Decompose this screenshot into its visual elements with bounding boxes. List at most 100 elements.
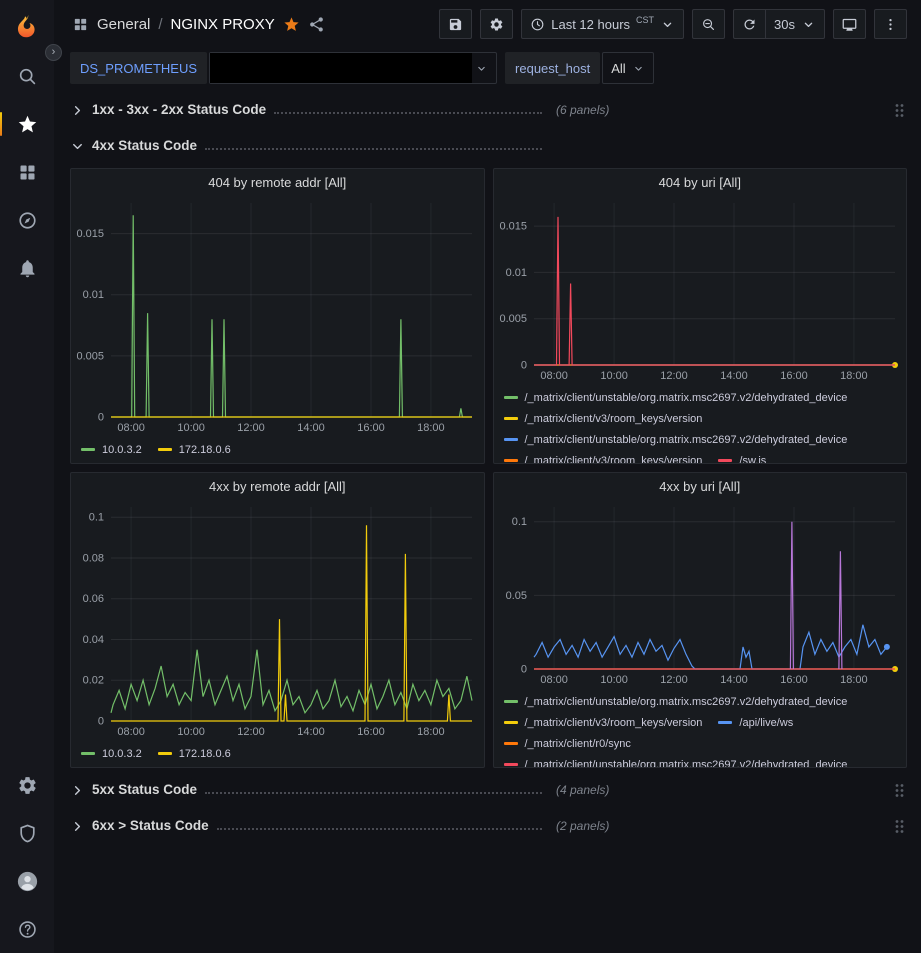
variable-label-ds-prometheus: DS_PROMETHEUS — [70, 52, 207, 84]
legend-item[interactable]: /_matrix/client/v3/room_keys/version — [504, 450, 703, 463]
compass-icon — [17, 210, 38, 231]
legend-item[interactable]: /sw.js — [718, 450, 766, 463]
legend-item[interactable]: 172.18.0.6 — [158, 743, 231, 764]
svg-text:0.06: 0.06 — [83, 593, 104, 605]
legend-item[interactable]: 10.0.3.2 — [81, 743, 142, 764]
dashboard-title[interactable]: NGINX PROXY — [171, 16, 275, 33]
legend-swatch — [504, 459, 518, 462]
legend-item[interactable]: /_matrix/client/v3/room_keys/version — [504, 408, 703, 429]
legend-item[interactable]: /_matrix/client/unstable/org.matrix.msc2… — [504, 429, 848, 450]
row-header-6xx[interactable]: 6xx > Status Code (2 panels) — [70, 812, 907, 840]
save-icon — [448, 17, 463, 32]
panel-title[interactable]: 4xx by remote addr [All] — [71, 473, 484, 499]
request-host-value: All — [611, 61, 625, 76]
time-range-picker[interactable]: Last 12 hours CST — [521, 9, 684, 39]
panel-legend: 10.0.3.2 172.18.0.6 — [71, 437, 484, 463]
sidebar-expand-toggle[interactable]: › — [45, 44, 62, 61]
sidebar-item-search[interactable] — [0, 52, 54, 100]
sidebar-item-server-admin[interactable] — [0, 809, 54, 857]
svg-text:18:00: 18:00 — [417, 726, 445, 738]
favorite-star-icon[interactable] — [283, 16, 300, 33]
dotted-leader — [217, 828, 542, 830]
time-series-plot[interactable]: 00.0050.010.01508:0010:0012:0014:0016:00… — [71, 195, 484, 437]
legend-item[interactable]: /api/live/ws — [718, 712, 793, 733]
redacted-value — [210, 53, 472, 83]
dashboard-settings-button[interactable] — [480, 9, 513, 39]
legend-item[interactable]: /_matrix/client/unstable/org.matrix.msc2… — [504, 387, 848, 408]
legend-item[interactable]: /_matrix/client/unstable/org.matrix.msc2… — [504, 691, 848, 712]
bell-icon — [17, 258, 38, 279]
zoom-out-icon — [701, 17, 716, 32]
breadcrumb-divider: / — [158, 16, 162, 33]
sidebar-item-help[interactable] — [0, 905, 54, 953]
sidebar-item-explore[interactable] — [0, 196, 54, 244]
kebab-menu-icon — [883, 17, 898, 32]
legend-swatch — [504, 742, 518, 745]
svg-text:14:00: 14:00 — [720, 370, 748, 382]
svg-text:14:00: 14:00 — [720, 674, 748, 686]
tv-mode-button[interactable] — [833, 9, 866, 39]
svg-text:12:00: 12:00 — [237, 726, 265, 738]
row-title: 4xx Status Code — [92, 138, 197, 153]
request-host-select[interactable]: All — [602, 52, 653, 84]
refresh-button[interactable] — [733, 9, 765, 39]
panel-title[interactable]: 404 by uri [All] — [494, 169, 907, 195]
legend-item[interactable]: /_matrix/client/v3/room_keys/version — [504, 712, 703, 733]
help-icon — [17, 919, 38, 940]
panel-title[interactable]: 404 by remote addr [All] — [71, 169, 484, 195]
svg-text:12:00: 12:00 — [660, 370, 688, 382]
legend-item[interactable]: 10.0.3.2 — [81, 439, 142, 460]
svg-text:0.015: 0.015 — [499, 221, 527, 233]
row-header-1xx-3xx-2xx[interactable]: 1xx - 3xx - 2xx Status Code (6 panels) — [70, 96, 907, 124]
panel-404-by-uri-all: 404 by uri [All]00.0050.010.01508:0010:0… — [493, 168, 908, 464]
row-drag-handle[interactable] — [892, 781, 907, 800]
time-series-plot[interactable]: 00.050.108:0010:0012:0014:0016:0018:00 — [494, 499, 907, 689]
legend-swatch — [504, 721, 518, 724]
time-series-plot[interactable]: 00.0050.010.01508:0010:0012:0014:0016:00… — [494, 195, 907, 385]
chart-canvas: 00.0050.010.01508:0010:0012:0014:0016:00… — [494, 195, 907, 385]
save-dashboard-button[interactable] — [439, 9, 472, 39]
grafana-logo[interactable] — [0, 0, 54, 52]
refresh-interval-select[interactable]: 30s — [765, 9, 825, 39]
row-header-5xx[interactable]: 5xx Status Code (4 panels) — [70, 776, 907, 804]
svg-text:0.01: 0.01 — [83, 289, 104, 301]
row-title: 1xx - 3xx - 2xx Status Code — [92, 102, 266, 117]
dotted-leader — [274, 112, 542, 114]
legend-item[interactable]: 172.18.0.6 — [158, 439, 231, 460]
svg-text:0.08: 0.08 — [83, 553, 104, 565]
datasource-variable: DS_PROMETHEUS — [70, 52, 497, 84]
svg-text:0.005: 0.005 — [76, 350, 104, 362]
panel-title[interactable]: 4xx by uri [All] — [494, 473, 907, 499]
sidebar-item-dashboards[interactable] — [0, 148, 54, 196]
row-drag-handle[interactable] — [892, 101, 907, 120]
svg-text:18:00: 18:00 — [840, 674, 868, 686]
breadcrumb-folder[interactable]: General — [97, 16, 150, 33]
chevron-down-icon — [632, 62, 645, 75]
svg-text:10:00: 10:00 — [177, 726, 205, 738]
legend-label: /_matrix/client/unstable/org.matrix.msc2… — [525, 392, 848, 404]
svg-text:0.1: 0.1 — [511, 516, 526, 528]
svg-text:16:00: 16:00 — [780, 674, 808, 686]
datasource-variable-select[interactable] — [209, 52, 497, 84]
svg-text:0.1: 0.1 — [89, 512, 104, 524]
legend-label: 10.0.3.2 — [102, 748, 142, 760]
time-series-plot[interactable]: 00.020.040.060.080.108:0010:0012:0014:00… — [71, 499, 484, 741]
svg-text:14:00: 14:00 — [297, 726, 325, 738]
legend-label: /_matrix/client/unstable/org.matrix.msc2… — [525, 696, 848, 708]
more-options-button[interactable] — [874, 9, 907, 39]
sidebar-item-profile[interactable] — [0, 857, 54, 905]
sidebar-item-alerting[interactable] — [0, 244, 54, 292]
grafana-flame-icon — [14, 13, 41, 40]
row-header-4xx[interactable]: 4xx Status Code — [70, 132, 907, 160]
row-title: 6xx > Status Code — [92, 818, 209, 833]
legend-swatch — [504, 417, 518, 420]
refresh-icon — [742, 17, 757, 32]
sidebar-item-configuration[interactable] — [0, 761, 54, 809]
legend-label: 172.18.0.6 — [179, 748, 231, 760]
zoom-out-button[interactable] — [692, 9, 725, 39]
row-drag-handle[interactable] — [892, 817, 907, 836]
share-icon[interactable] — [308, 16, 325, 33]
legend-item[interactable]: /_matrix/client/r0/sync — [504, 733, 631, 754]
legend-item[interactable]: /_matrix/client/unstable/org.matrix.msc2… — [504, 754, 848, 767]
sidebar-item-starred[interactable] — [0, 100, 54, 148]
